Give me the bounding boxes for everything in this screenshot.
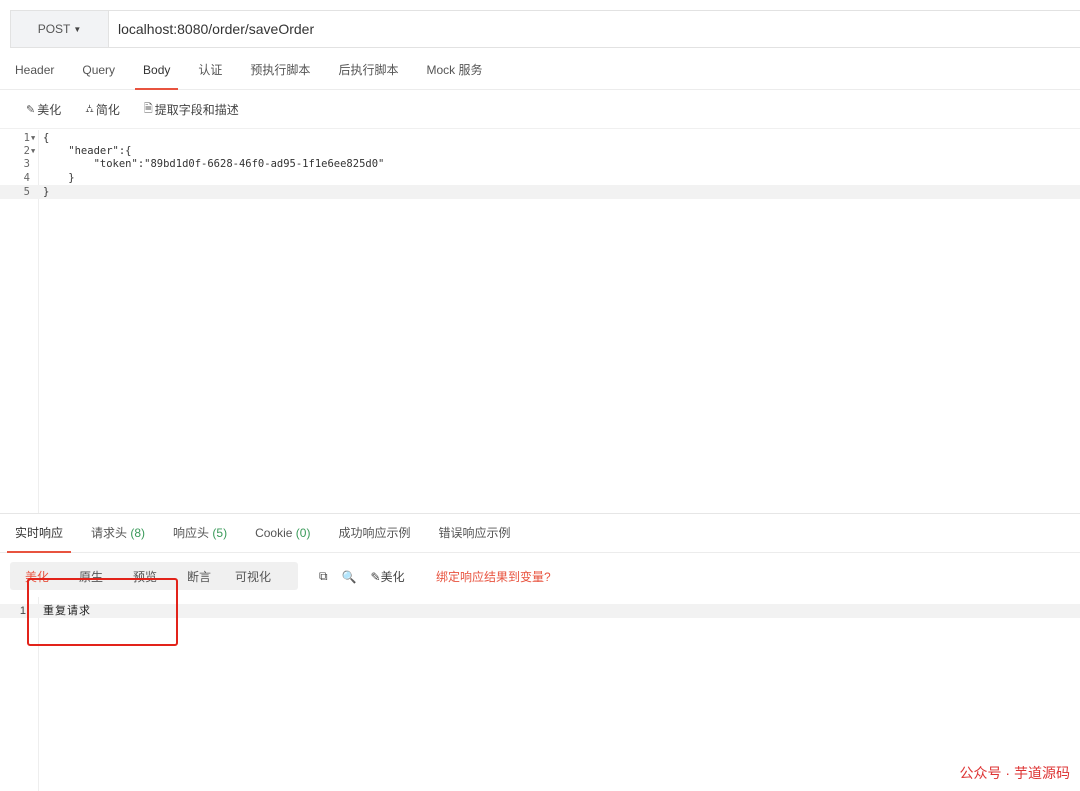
code-line: 3 "token":"89bd1d0f-6628-46f0-ad95-1f1e6… [0, 157, 1080, 171]
tab-query[interactable]: Query [82, 50, 115, 90]
count-badge: (8) [130, 525, 146, 540]
body-editor[interactable]: 1 ▼ { 2 ▼ "header":{ 3 "token":"89bd1d0f… [0, 130, 1080, 514]
tab-success-example[interactable]: 成功响应示例 [338, 514, 410, 553]
code-text: } [43, 186, 50, 198]
tab-post-script[interactable]: 后执行脚本 [338, 50, 398, 90]
view-assert[interactable]: 断言 [172, 568, 226, 585]
tab-body[interactable]: Body [134, 50, 179, 90]
response-view-modes: 美化 原生 预览 断言 可视化 [10, 562, 298, 590]
code-line: 2 ▼ "header":{ [0, 144, 1080, 158]
tab-label: Cookie [255, 525, 293, 540]
sitemap-icon: ⛼ [85, 102, 94, 115]
simplify-label: 简化 [95, 103, 120, 117]
tab-label: 响应头 [173, 525, 210, 540]
fold-icon[interactable]: ▼ [31, 144, 35, 158]
extract-label: 提取字段和描述 [154, 103, 239, 117]
response-gutter [0, 597, 39, 791]
line-number: 5 [23, 186, 30, 198]
count-badge: (5) [212, 525, 228, 540]
view-preview[interactable]: 预览 [118, 568, 172, 585]
body-toolbar: ✎ 美化 ⛼ 简化 🗎 提取字段和描述 [0, 91, 1080, 129]
view-visualize[interactable]: 可视化 [226, 568, 280, 585]
code-text: "header":{ [43, 145, 132, 157]
tab-response-headers[interactable]: 响应头 (5) [173, 514, 227, 553]
search-icon[interactable]: 🔍 [342, 570, 357, 584]
tab-request-headers[interactable]: 请求头 (8) [91, 514, 145, 553]
fold-icon[interactable]: ▼ [31, 131, 35, 145]
tab-mock[interactable]: Mock 服务 [426, 50, 482, 90]
response-body: 1 重复请求 [0, 597, 1080, 791]
view-beautify[interactable]: 美化 [10, 568, 64, 585]
caret-down-icon: ▼ [73, 24, 82, 34]
response-line: 1 重复请求 [0, 604, 1080, 618]
tab-label: 请求头 [91, 525, 128, 540]
beautify-label: 美化 [380, 570, 405, 584]
method-label: POST [37, 22, 71, 36]
extract-fields-button[interactable]: 🗎 提取字段和描述 [144, 100, 239, 119]
document-icon: 🗎 [143, 103, 153, 115]
bind-response-link[interactable]: 绑定响应结果到变量? [436, 568, 551, 585]
line-number: 1 [23, 132, 30, 144]
magic-wand-icon: ✎ [370, 570, 381, 584]
code-line: 5 } [0, 185, 1080, 199]
response-text: 重复请求 [43, 605, 91, 617]
line-number: 2 [23, 145, 30, 157]
tab-auth[interactable]: 认证 [198, 50, 222, 90]
code-line: 1 ▼ { [0, 131, 1080, 145]
method-select[interactable]: POST ▼ [11, 11, 109, 47]
view-raw[interactable]: 原生 [64, 568, 118, 585]
url-input[interactable]: localhost:8080/order/saveOrder [109, 21, 314, 37]
tab-realtime-response[interactable]: 实时响应 [6, 514, 72, 553]
watermark: 公众号 · 芋道源码 [959, 765, 1070, 781]
tab-cookie[interactable]: Cookie (0) [255, 514, 310, 553]
copy-icon[interactable]: ⧉ [319, 569, 328, 584]
line-number: 1 [19, 605, 26, 617]
magic-wand-icon: ✎ [26, 104, 36, 116]
code-text: { [43, 132, 50, 144]
code-text: "token":"89bd1d0f-6628-46f0-ad95-1f1e6ee… [43, 158, 385, 170]
code-text: } [43, 172, 75, 184]
response-tabs: 实时响应 请求头 (8) 响应头 (5) Cookie (0) 成功响应示例 错… [0, 514, 1080, 553]
simplify-button[interactable]: ⛼ 简化 [85, 101, 120, 118]
tab-header[interactable]: Header [15, 50, 54, 90]
tab-pre-script[interactable]: 预执行脚本 [250, 50, 310, 90]
response-actions: ⧉ 🔍 ✎美化 [319, 568, 419, 585]
beautify-label: 美化 [37, 103, 62, 117]
request-url-bar: POST ▼ localhost:8080/order/saveOrder [10, 10, 1080, 48]
beautify-button[interactable]: ✎ 美化 [26, 101, 61, 118]
line-number: 4 [23, 172, 30, 184]
beautify-response-button[interactable]: ✎美化 [371, 568, 405, 585]
tab-error-example[interactable]: 错误响应示例 [438, 514, 510, 553]
request-tabs: Header Query Body 认证 预执行脚本 后执行脚本 Mock 服务 [0, 50, 1080, 90]
code-line: 4 } [0, 171, 1080, 185]
count-badge: (0) [295, 525, 311, 540]
line-number: 3 [23, 158, 30, 170]
